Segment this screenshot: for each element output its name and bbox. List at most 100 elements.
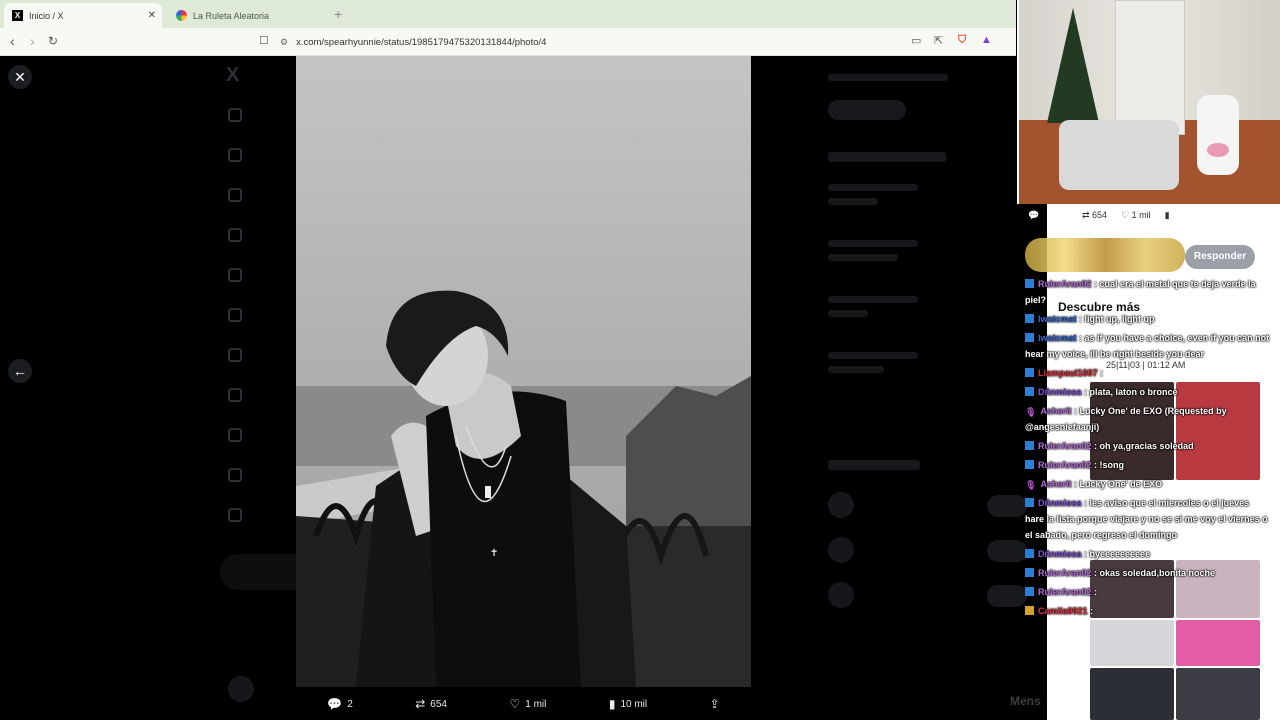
post-stats-row: 💬 ⇄ 654 ♡ 1 mil ▮ [1022,205,1272,225]
sidebar-item-communities [228,388,242,402]
back-arrow-icon[interactable]: ‹ [10,33,15,49]
photo-illustration: ✝ [296,56,751,687]
post-photo: ✝ [296,56,751,687]
repost-stat[interactable]: ⇄ 654 [1082,210,1107,221]
cast-icon[interactable]: ▭ [911,34,921,47]
avatar [828,582,854,608]
chat-text: okas soledad,bonita noche [1099,568,1216,578]
christmas-tree [1047,8,1099,123]
chat-separator: : [1091,460,1100,470]
x-icon [228,428,242,442]
close-tab-icon[interactable]: ✕ [148,10,156,21]
like-stat[interactable]: ♡ 1 mil [1121,210,1151,221]
tab-ruleta[interactable]: La Ruleta Aleatoria [168,3,328,28]
bookmark-icon [228,348,242,362]
chat-separator: : [1091,441,1100,451]
messages-label: Mens [1010,694,1041,708]
list-icon [228,308,242,322]
stream-chat-overlay: RulerAran02 : cual era el metal que te d… [1025,276,1270,622]
chat-message: Dñnmiosa : les aviso que el miercoles o … [1025,495,1270,543]
sidebar-item-home [228,108,242,122]
chat-message: RulerAran02 : cual era el metal que te d… [1025,276,1270,308]
address-bar[interactable]: ⚙ x.com/spearhyunnie/status/198517947532… [280,32,1000,52]
new-tab-button[interactable]: + [334,6,342,22]
chat-separator: : [1091,568,1100,578]
reply-submit-button[interactable]: Responder [1185,245,1255,269]
chat-message: lwatcmat : light up, light up [1025,311,1270,327]
home-icon [228,108,242,122]
chat-username: RulerAran02 [1038,441,1092,451]
previous-photo-button[interactable]: ← [8,359,32,383]
mail-icon [228,228,242,242]
trend-line [828,184,918,191]
search-bar-dimmed [828,74,948,81]
follow-button-dimmed [987,540,1027,562]
chat-username: RulerAran02 [1038,587,1092,597]
forward-arrow-icon[interactable]: › [30,33,35,49]
related-photo-thumbnail[interactable] [1090,620,1174,666]
chat-text: !song [1099,460,1125,470]
bookmark-icon[interactable]: ▮ [1165,210,1170,221]
reply-count: 2 [347,698,353,710]
follow-button-dimmed [987,585,1027,607]
repost-button[interactable]: ⇄ 654 [415,697,447,711]
chat-separator: : [1091,279,1100,289]
browser-tab-bar: X Inicio / X ✕ La Ruleta Aleatoria + [0,0,1016,28]
reply-button[interactable]: 💬 2 [327,697,353,711]
brave-shield-icon[interactable]: ⛉ [958,34,966,47]
people-icon [228,388,242,402]
trend-line [828,310,868,317]
reply-icon[interactable]: 💬 [1028,210,1068,221]
photo-action-bar: 💬 2 ⇄ 654 ♡ 1 mil ▮ 10 mil ⇪ [296,690,751,718]
chat-separator: : [1081,549,1090,559]
chat-separator: : [1097,368,1104,378]
profile-icon [228,468,242,482]
tab-label: La Ruleta Aleatoria [193,10,270,21]
wheel-icon [176,10,187,21]
tab-inicio-x[interactable]: X Inicio / X ✕ [4,3,162,28]
avatar [228,676,254,702]
chat-message: RulerAran02 : oh ya,gracias soledad [1025,438,1270,454]
twitter-badge-icon [1025,460,1034,469]
site-info-icon[interactable]: ⚙ [280,37,288,48]
search-icon [228,148,242,162]
sidebar-item-more [228,508,242,522]
chat-separator: : [1076,333,1085,343]
share-button[interactable]: ⇪ [710,697,720,711]
chat-username: RulerAran02 [1038,279,1092,289]
like-button[interactable]: ♡ 1 mil [509,697,546,711]
chat-text: oh ya,gracias soledad [1099,441,1194,451]
svg-text:✝: ✝ [490,548,498,559]
who-to-follow-heading-dimmed [828,460,920,470]
chat-message: RulerAran02 : [1025,584,1270,600]
reload-icon[interactable]: ↻ [48,34,58,48]
close-viewer-button[interactable]: ✕ [8,65,32,89]
follow-button-dimmed [987,495,1027,517]
sidebar-item-grok [228,268,242,282]
chat-text: byeeeeeeeeee [1089,549,1151,559]
trending-heading-dimmed [828,152,946,162]
avatar [828,537,854,563]
tab-label: Inicio / X [29,10,64,21]
chat-message: Dñnmiosa : plata, laton o bronce [1025,384,1270,400]
webcam-overlay [1017,0,1280,204]
trend-line [828,198,878,205]
chat-username: Asherit [1040,479,1072,489]
chat-message: 🎙 Asherit : Lucky One' de EXO (Requested … [1025,403,1270,435]
heart-icon: ♡ [509,697,521,711]
chat-message: RulerAran02 : okas soledad,bonita noche [1025,565,1270,581]
bookmark-icon[interactable]: ☐ [259,34,269,47]
sidebar-item-bookmarks [228,348,242,362]
twitter-badge-icon [1025,549,1034,558]
related-photo-thumbnail[interactable] [1176,668,1260,720]
repost-count: 654 [430,698,447,710]
share-icon[interactable]: ⇱ [934,34,943,47]
related-photo-thumbnail[interactable] [1090,668,1174,720]
rewards-triangle-icon[interactable]: ▲ [981,34,992,46]
views-button[interactable]: ▮ 10 mil [609,697,647,711]
related-photo-thumbnail[interactable] [1176,620,1260,666]
chat-username: Asherit [1040,406,1072,416]
sidebar-item-profile [228,468,242,482]
chat-message: Liampaul1007 : [1025,365,1270,381]
x-logo-icon: X [12,10,23,21]
